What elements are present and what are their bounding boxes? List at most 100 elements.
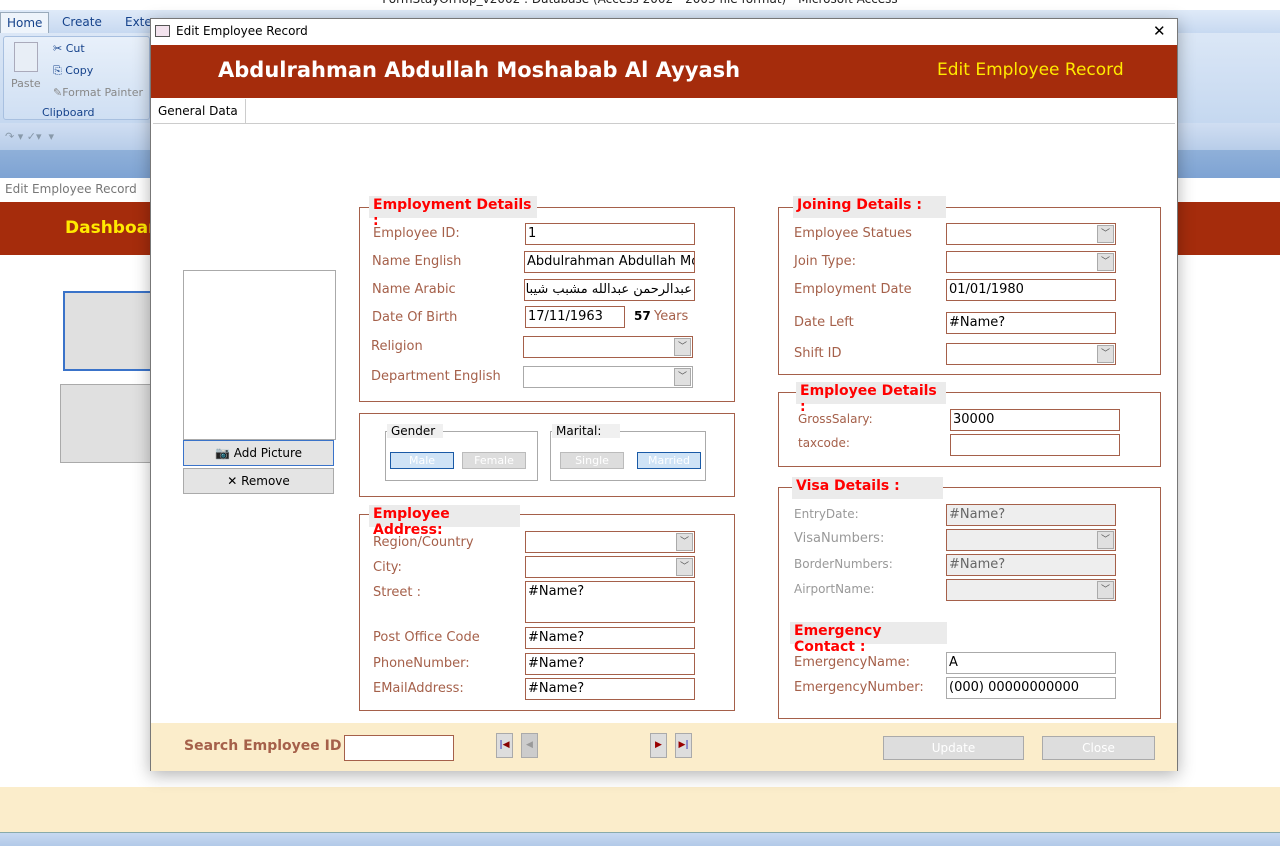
airport-name-select: ﹀	[946, 579, 1116, 601]
tab-strip	[151, 98, 1177, 123]
name-arabic-input[interactable]: عبدالرحمن عبدالله مشبب شيبان ال عياش	[524, 279, 695, 301]
chevron-down-icon[interactable]: ﹀	[676, 558, 693, 576]
employee-details-legend: Employee Details :	[796, 382, 946, 415]
visa-details-legend: Visa Details :	[792, 477, 943, 499]
entry-date-input: #Name?	[946, 504, 1116, 526]
chevron-down-icon: ﹀	[1097, 531, 1114, 549]
add-picture-label: Add Picture	[233, 446, 303, 460]
employee-name-heading: Abdulrahman Abdullah Moshabab Al Ayyash	[218, 58, 741, 82]
visa-numbers-label: VisaNumbers:	[794, 531, 885, 546]
employee-status-select[interactable]: ﹀	[946, 223, 1116, 245]
update-button[interactable]: Update	[883, 736, 1024, 760]
emergency-number-input[interactable]: (000) 00000000000	[946, 677, 1116, 699]
dashboard-button[interactable]	[60, 384, 160, 463]
join-type-label: Join Type:	[794, 254, 857, 269]
last-record-icon[interactable]: ▶|	[675, 733, 692, 758]
border-numbers-label: BorderNumbers:	[794, 557, 893, 571]
street-label: Street :	[373, 585, 422, 600]
chevron-down-icon[interactable]: ﹀	[676, 533, 693, 551]
emergency-name-input[interactable]: A	[946, 652, 1116, 674]
department-select[interactable]: ﹀	[523, 366, 693, 388]
chevron-down-icon[interactable]: ﹀	[674, 338, 691, 356]
gross-salary-input[interactable]: 30000	[950, 409, 1120, 431]
employee-status-label: Employee Statues	[794, 226, 912, 241]
format-painter-button[interactable]: ✎Format Painter	[53, 86, 143, 99]
scissors-icon: ✂	[53, 42, 66, 55]
employee-address-legend: Employee Address:	[369, 505, 520, 538]
search-label: Search Employee ID	[184, 738, 342, 754]
cut-button[interactable]: ✂ Cut	[53, 42, 85, 55]
camera-icon: 📷	[214, 446, 234, 460]
form-heading: Edit Employee Record	[937, 60, 1124, 80]
shift-id-label: Shift ID	[794, 346, 842, 361]
ribbon-tab-create[interactable]: Create	[56, 12, 108, 33]
chevron-down-icon[interactable]: ﹀	[1097, 225, 1114, 243]
email-label: EMailAddress:	[373, 681, 464, 696]
email-input[interactable]: #Name?	[525, 678, 695, 700]
chevron-down-icon[interactable]: ﹀	[1097, 345, 1114, 363]
gross-salary-label: GrossSalary:	[798, 412, 873, 426]
employee-id-input[interactable]: 1	[525, 223, 695, 245]
chevron-down-icon[interactable]: ﹀	[1097, 253, 1114, 271]
ribbon-tab-home[interactable]: Home	[0, 12, 50, 33]
religion-label: Religion	[371, 339, 423, 354]
employee-id-label: Employee ID:	[373, 226, 460, 241]
copy-button[interactable]: ⎘ Copy	[53, 64, 93, 78]
redo-icon[interactable]: ↷ ▾ ✓▾ ▾	[5, 130, 54, 143]
next-record-icon[interactable]: ▶	[650, 733, 667, 758]
religion-select[interactable]: ﹀	[523, 336, 693, 358]
cut-label: Cut	[65, 42, 85, 55]
date-of-birth-input[interactable]: 17/11/1963	[525, 306, 625, 328]
photo-frame	[183, 270, 336, 440]
age-unit: Years	[654, 309, 689, 324]
taxcode-input[interactable]	[950, 434, 1120, 456]
date-left-input[interactable]: #Name?	[946, 312, 1116, 334]
married-toggle[interactable]: Married	[637, 452, 701, 469]
close-icon[interactable]: ✕	[1153, 22, 1166, 40]
document-tab[interactable]: Edit Employee Record	[5, 182, 137, 196]
visa-numbers-select: ﹀	[946, 529, 1116, 551]
edit-employee-dialog: Edit Employee Record ✕ Abdulrahman Abdul…	[150, 18, 1178, 771]
phone-input[interactable]: #Name?	[525, 653, 695, 675]
tab-general-data[interactable]: General Data	[153, 99, 246, 124]
chevron-down-icon: ﹀	[1097, 581, 1114, 599]
name-english-input[interactable]: Abdulrahman Abdullah Moshabab Al Ayyash	[524, 251, 695, 273]
paste-button[interactable]: Paste	[11, 77, 41, 90]
entry-date-label: EntryDate:	[794, 507, 859, 521]
date-of-birth-label: Date Of Birth	[372, 310, 458, 325]
region-label: Region/Country	[373, 535, 474, 550]
brush-icon: ✎	[53, 86, 63, 99]
region-select[interactable]: ﹀	[525, 531, 695, 553]
add-picture-button[interactable]: 📷 Add Picture	[183, 440, 334, 466]
close-button[interactable]: Close	[1042, 736, 1155, 760]
street-input[interactable]: #Name?	[525, 581, 695, 623]
marital-label: Marital:	[552, 424, 620, 438]
tab-body: 📷 Add Picture ✕ Remove Employment Detail…	[153, 123, 1175, 723]
age-value: 57	[634, 309, 651, 323]
city-label: City:	[373, 560, 402, 575]
single-toggle[interactable]: Single	[560, 452, 624, 469]
female-toggle[interactable]: Female	[462, 452, 526, 469]
previous-record-icon[interactable]: ◀	[521, 733, 538, 758]
post-office-input[interactable]: #Name?	[525, 627, 695, 649]
copy-label: Copy	[65, 64, 94, 77]
copy-icon: ⎘	[53, 64, 66, 77]
male-toggle[interactable]: Male	[390, 452, 454, 469]
department-label: Department English	[371, 369, 501, 384]
city-select[interactable]: ﹀	[525, 556, 695, 578]
dashboard-button[interactable]	[63, 291, 163, 371]
chevron-down-icon[interactable]: ﹀	[674, 368, 691, 386]
dialog-footer: Search Employee ID |◀ ◀ ▶ ▶| Update Clos…	[151, 723, 1177, 771]
employment-date-input[interactable]: 01/01/1980	[946, 279, 1116, 301]
join-type-select[interactable]: ﹀	[946, 251, 1116, 273]
dashboard-footer	[0, 787, 1280, 832]
status-bar	[0, 832, 1280, 846]
shift-id-select[interactable]: ﹀	[946, 343, 1116, 365]
ribbon-tab-external[interactable]: External	[119, 12, 151, 33]
first-record-icon[interactable]: |◀	[496, 733, 513, 758]
emergency-name-label: EmergencyName:	[794, 655, 911, 670]
search-employee-input[interactable]	[344, 735, 454, 761]
remove-picture-button[interactable]: ✕ Remove	[183, 468, 334, 494]
clipboard-group-label: Clipboard	[42, 106, 95, 119]
post-office-label: Post Office Code	[373, 630, 480, 645]
